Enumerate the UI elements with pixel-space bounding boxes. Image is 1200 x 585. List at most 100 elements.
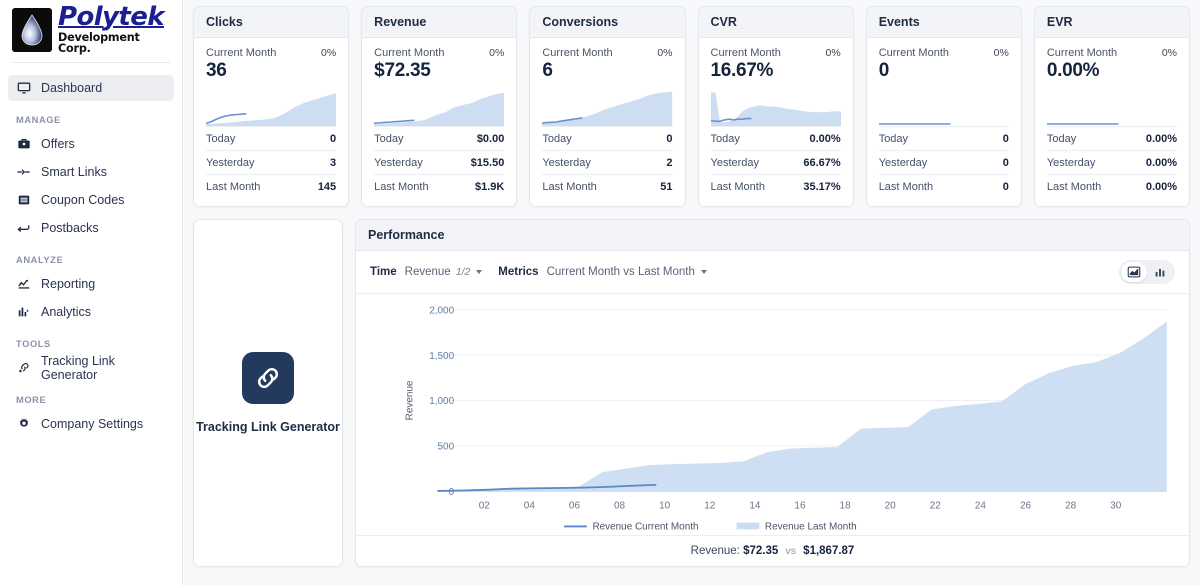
kpi-value: 0.00% <box>1047 60 1117 82</box>
kpi-stat-label: Today <box>542 133 571 145</box>
sidebar-section-more: MORE <box>8 395 174 405</box>
water-drop-glyph <box>20 14 44 46</box>
kpi-stat-row: Today 0.00% <box>711 126 841 150</box>
kpi-card-body: Current Month$72.350% <box>362 38 516 126</box>
bar-chart-icon[interactable] <box>1147 262 1173 282</box>
sidebar-item-label: Coupon Codes <box>41 193 124 207</box>
area-chart-icon[interactable] <box>1121 262 1147 282</box>
svg-text:20: 20 <box>885 500 897 511</box>
kpi-stat-value: $15.50 <box>471 157 505 169</box>
metrics-dropdown-value: Current Month vs Last Month <box>547 266 695 278</box>
kpi-delta: 0% <box>489 47 504 59</box>
kpi-stat-value: 0.00% <box>809 133 840 145</box>
kpi-stat-label: Yesterday <box>1047 157 1096 169</box>
time-dropdown-value: Revenue <box>405 266 451 278</box>
tracking-link-generator-tile[interactable]: Tracking Link Generator <box>193 219 343 567</box>
kpi-stat-label: Today <box>711 133 740 145</box>
svg-text:12: 12 <box>704 500 716 511</box>
footer-last-value: $1,867.87 <box>803 545 854 557</box>
kpi-stat-label: Yesterday <box>711 157 760 169</box>
svg-text:14: 14 <box>749 500 761 511</box>
kpi-period-label: Current Month <box>542 47 612 59</box>
kpi-stat-row: Yesterday0 <box>879 150 1009 174</box>
kpi-stat-row: Today0 <box>879 126 1009 150</box>
svg-text:1,000: 1,000 <box>429 396 454 407</box>
svg-text:04: 04 <box>524 500 536 511</box>
kpi-top-row: Current Month$72.350% <box>374 47 504 82</box>
monitor-icon <box>16 81 31 96</box>
kpi-stat-value: 51 <box>660 181 672 193</box>
kpi-delta: 0% <box>1162 47 1177 59</box>
kpi-stat-value: 0 <box>330 133 336 145</box>
sidebar-item-tracking-link-generator[interactable]: Tracking Link Generator <box>8 355 174 381</box>
kpi-stat-value: 145 <box>318 181 336 193</box>
kpi-sparkline <box>1047 90 1177 126</box>
svg-text:26: 26 <box>1020 500 1032 511</box>
dashboard-page: Polytek Development Corp. Dashboard MANA… <box>0 0 1200 585</box>
sidebar-section-tools: TOOLS <box>8 339 174 349</box>
smart-link-icon <box>16 165 31 180</box>
kpi-card: ConversionsCurrent Month60%Today0Yesterd… <box>529 6 685 207</box>
svg-text:Revenue Last Month: Revenue Last Month <box>765 521 857 532</box>
kpi-stat-value: 0 <box>1003 157 1009 169</box>
kpi-stat-value: 0 <box>1003 133 1009 145</box>
sidebar-item-coupon-codes[interactable]: Coupon Codes <box>8 187 174 213</box>
svg-text:Revenue: Revenue <box>404 380 415 420</box>
svg-text:30: 30 <box>1110 500 1122 511</box>
sidebar-item-label: Postbacks <box>41 221 99 235</box>
svg-text:24: 24 <box>975 500 987 511</box>
sidebar-item-analytics[interactable]: Analytics <box>8 299 174 325</box>
performance-chart[interactable]: 05001,0001,5002,000020406081012141618202… <box>356 294 1189 535</box>
kpi-top-row: Current Month60% <box>542 47 672 82</box>
sidebar-item-label: Reporting <box>41 277 95 291</box>
kpi-sparkline <box>879 90 1009 126</box>
svg-text:2,000: 2,000 <box>429 305 454 316</box>
kpi-card-row: ClicksCurrent Month360%Today0Yesterday3L… <box>193 6 1190 207</box>
kpi-sparkline <box>542 90 672 126</box>
sidebar-item-company-settings[interactable]: Company Settings <box>8 411 174 437</box>
performance-card: Performance Time Revenue 1/2 Metrics Cur… <box>355 219 1190 567</box>
performance-title: Performance <box>356 220 1189 251</box>
sidebar-item-reporting[interactable]: Reporting <box>8 271 174 297</box>
kpi-card-title: Events <box>867 7 1021 38</box>
sidebar-section-manage: MANAGE <box>8 115 174 125</box>
svg-text:18: 18 <box>840 500 852 511</box>
kpi-value: 0 <box>879 60 949 82</box>
kpi-card: EventsCurrent Month00%Today0Yesterday0La… <box>866 6 1022 207</box>
kpi-stat-row: Last Month35.17% <box>711 174 841 198</box>
kpi-stat-label: Last Month <box>206 181 260 193</box>
svg-text:06: 06 <box>569 500 581 511</box>
sidebar-item-label: Analytics <box>41 305 91 319</box>
kpi-stat-label: Last Month <box>1047 181 1101 193</box>
kpi-delta: 0% <box>321 47 336 59</box>
sidebar-item-offers[interactable]: Offers <box>8 131 174 157</box>
footer-vs: vs <box>785 545 796 557</box>
kpi-period-label: Current Month <box>711 47 781 59</box>
kpi-value: 16.67% <box>711 60 781 82</box>
kpi-stat-label: Today <box>1047 133 1076 145</box>
kpi-stat-value: 0.00% <box>1146 133 1177 145</box>
kpi-stat-row: Last Month 51 <box>542 174 672 198</box>
metrics-dropdown[interactable]: Current Month vs Last Month <box>547 266 707 278</box>
kpi-stat-value: 0 <box>666 133 672 145</box>
sidebar-divider <box>12 62 170 63</box>
chart-view-toggle <box>1119 260 1175 284</box>
kpi-stat-label: Last Month <box>542 181 596 193</box>
kpi-stat-value: $1.9K <box>475 181 504 193</box>
brand-logo[interactable]: Polytek Development Corp. <box>8 0 174 62</box>
performance-controls: Time Revenue 1/2 Metrics Current Month v… <box>356 251 1189 294</box>
svg-text:16: 16 <box>794 500 806 511</box>
kpi-stat-row: Today0 <box>206 126 336 150</box>
sidebar-item-postbacks[interactable]: Postbacks <box>8 215 174 241</box>
sidebar-item-label: Tracking Link Generator <box>41 354 166 382</box>
kpi-stat-label: Today <box>374 133 403 145</box>
sidebar-item-smart-links[interactable]: Smart Links <box>8 159 174 185</box>
kpi-card-body: Current Month60% <box>530 38 684 126</box>
kpi-sparkline <box>711 90 841 126</box>
svg-text:1,500: 1,500 <box>429 351 454 362</box>
analytics-bars-icon <box>16 305 31 320</box>
time-dropdown[interactable]: Revenue 1/2 <box>405 266 483 278</box>
kpi-value: 36 <box>206 60 276 82</box>
kpi-period-label: Current Month <box>879 47 949 59</box>
sidebar-item-dashboard[interactable]: Dashboard <box>8 75 174 101</box>
